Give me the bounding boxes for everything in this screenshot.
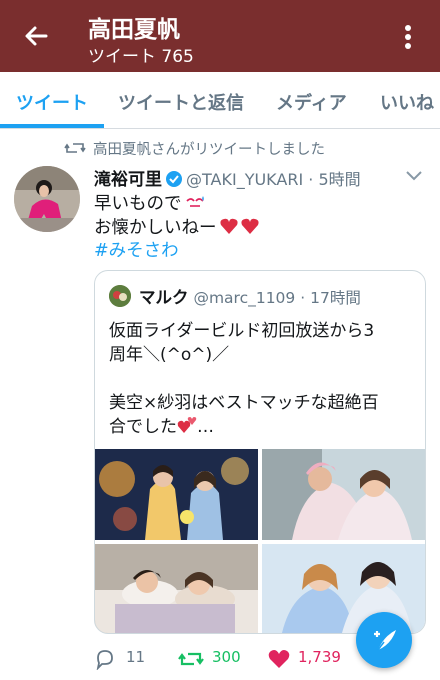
quoted-author-handle[interactable]: @marc_1109 xyxy=(193,289,295,307)
tab-media[interactable]: メディア xyxy=(276,89,347,115)
quoted-media-grid[interactable] xyxy=(95,449,425,633)
quoted-author-name[interactable]: マルク xyxy=(139,288,189,307)
like-count: 1,739 xyxy=(298,648,341,666)
quoted-tweet-card[interactable]: マルク @marc_1109 · 17時間 仮面ライダービルド初回放送から3 周… xyxy=(94,270,426,634)
sweat-smile-emoji-icon xyxy=(185,196,204,207)
media-photo-1[interactable] xyxy=(95,449,258,540)
tweet-text-line2: お懐かしいねー xyxy=(94,218,217,238)
tweet-text-line1: 早いもので xyxy=(94,194,182,214)
quoted-text-line2: 周年＼(^o^)／ xyxy=(109,345,230,365)
author-name[interactable]: 滝裕可里 xyxy=(94,170,162,190)
tab-likes[interactable]: いいね xyxy=(380,89,434,115)
tab-tweets[interactable]: ツイート xyxy=(16,89,88,115)
quoted-tweet-time[interactable]: 17時間 xyxy=(310,289,361,307)
reply-count: 11 xyxy=(126,648,146,666)
compose-feather-icon xyxy=(374,630,396,651)
verified-badge-icon xyxy=(166,171,182,187)
like-heart-icon[interactable] xyxy=(268,649,290,669)
media-photo-3[interactable] xyxy=(95,544,258,633)
author-handle[interactable]: @TAKI_YUKARI xyxy=(186,170,303,189)
tab-tweets-and-replies[interactable]: ツイートと返信 xyxy=(118,89,244,115)
profile-tabs: ツイート ツイートと返信 メディア いいね xyxy=(0,72,440,129)
tweet-author-line: 滝裕可里 @TAKI_YUKARI · 5時間 xyxy=(94,165,361,190)
retweet-count: 300 xyxy=(212,648,241,666)
kebab-menu-icon[interactable] xyxy=(396,22,420,52)
quoted-meta-separator: · xyxy=(300,289,306,307)
media-photo-2[interactable] xyxy=(262,449,425,540)
quoted-author-avatar[interactable] xyxy=(109,285,131,307)
active-tab-indicator xyxy=(0,124,104,128)
chevron-down-icon[interactable] xyxy=(405,170,423,182)
retweet-notice: 高田夏帆さんがリツイートしました xyxy=(93,142,325,158)
profile-name-title: 高田夏帆 xyxy=(88,17,180,43)
tweet-count: ツイート 765 xyxy=(88,47,194,67)
hashtag-link[interactable]: #みそさわ xyxy=(94,240,261,263)
quoted-text-line3: 美空×紗羽はベストマッチな超絶百 xyxy=(109,393,379,413)
red-hearts-emoji-icon xyxy=(219,218,259,234)
compose-tweet-button[interactable] xyxy=(356,612,412,668)
reply-icon[interactable] xyxy=(94,648,116,670)
quoted-tweet-text: 仮面ライダービルド初回放送から3 周年＼(^o^)／ 美空×紗羽はベストマッチな… xyxy=(109,319,414,439)
two-hearts-emoji-icon xyxy=(177,417,197,433)
quoted-text-ellipsis: … xyxy=(197,417,214,437)
retweet-icon xyxy=(64,143,86,153)
app-header: 高田夏帆 ツイート 765 xyxy=(0,0,440,72)
retweet-action-icon[interactable] xyxy=(178,649,204,669)
quoted-text-line4: 合でした xyxy=(109,417,177,437)
tweet-time[interactable]: 5時間 xyxy=(318,170,360,189)
tweet-text: 早いもので お懐かしいねー #みそさわ xyxy=(94,193,261,263)
quoted-text-line1: 仮面ライダービルド初回放送から3 xyxy=(109,321,375,341)
arrow-left-icon[interactable] xyxy=(20,20,52,52)
quoted-author-line: マルク @marc_1109 · 17時間 xyxy=(139,284,361,308)
author-avatar[interactable] xyxy=(14,166,80,232)
